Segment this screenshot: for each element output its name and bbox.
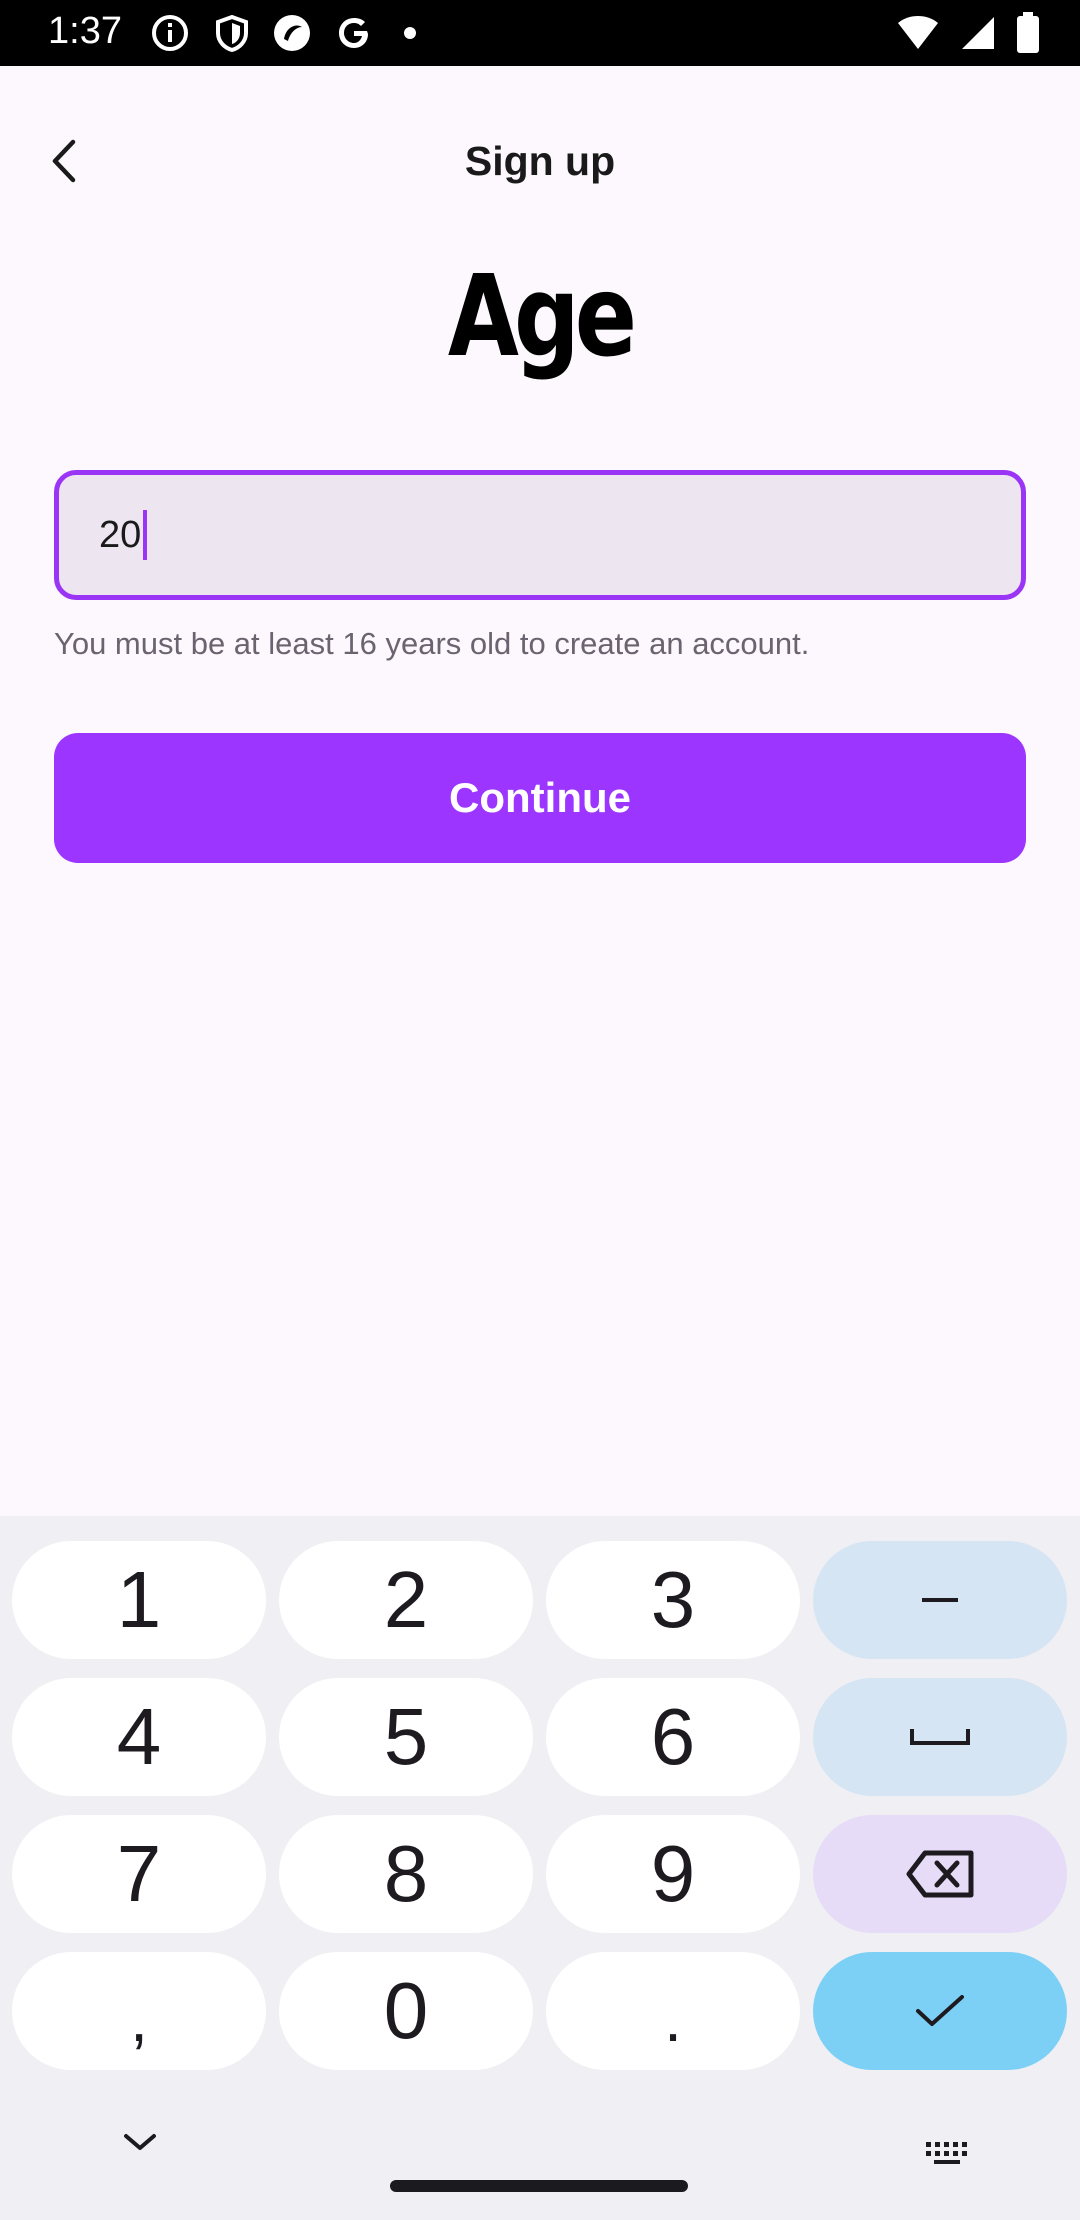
age-heading: Age bbox=[447, 252, 637, 382]
age-hint: You must be at least 16 years old to cre… bbox=[54, 626, 810, 661]
google-icon bbox=[339, 18, 368, 48]
hide-keyboard-button[interactable] bbox=[120, 2130, 160, 2159]
continue-button[interactable]: Continue bbox=[54, 733, 1026, 863]
key-.[interactable]: . bbox=[546, 1952, 800, 2070]
key-0[interactable]: 0 bbox=[279, 1952, 533, 2070]
status-right-icons bbox=[896, 12, 1040, 54]
status-time: 1:37 bbox=[48, 10, 122, 52]
done-key[interactable] bbox=[813, 1952, 1067, 2070]
app-icon bbox=[274, 15, 310, 51]
switch-keyboard-button[interactable] bbox=[924, 2140, 970, 2171]
battery-icon bbox=[1017, 12, 1039, 53]
key-,[interactable]: , bbox=[12, 1952, 266, 2070]
age-input[interactable]: 20 bbox=[54, 470, 1026, 600]
key-3[interactable]: 3 bbox=[546, 1541, 800, 1659]
key-6[interactable]: 6 bbox=[546, 1678, 800, 1796]
shield-icon bbox=[216, 14, 248, 53]
backspace-key[interactable] bbox=[813, 1815, 1067, 1933]
key-2[interactable]: 2 bbox=[279, 1541, 533, 1659]
key-8[interactable]: 8 bbox=[279, 1815, 533, 1933]
header: Sign up bbox=[0, 66, 1080, 262]
page-title: Sign up bbox=[464, 138, 616, 184]
home-indicator[interactable] bbox=[390, 2180, 688, 2192]
wifi-icon bbox=[898, 16, 938, 49]
key-7[interactable]: 7 bbox=[12, 1815, 266, 1933]
space-icon bbox=[910, 1729, 970, 1745]
space-key[interactable] bbox=[813, 1678, 1067, 1796]
text-caret bbox=[143, 510, 148, 560]
key-4[interactable]: 4 bbox=[12, 1678, 266, 1796]
key-9[interactable]: 9 bbox=[546, 1815, 800, 1933]
minus-key[interactable] bbox=[813, 1541, 1067, 1659]
keyboard-icon bbox=[926, 2142, 967, 2164]
status-bar: 1:37 bbox=[0, 0, 1080, 66]
dot-icon bbox=[404, 27, 416, 39]
key-1[interactable]: 1 bbox=[12, 1541, 266, 1659]
done-icon bbox=[916, 1995, 964, 2026]
minus-icon bbox=[922, 1598, 958, 1602]
age-input-value: 20 bbox=[99, 513, 142, 556]
backspace-icon bbox=[906, 1850, 974, 1898]
info-icon bbox=[152, 15, 188, 51]
key-5[interactable]: 5 bbox=[279, 1678, 533, 1796]
chevron-down-icon bbox=[124, 2134, 156, 2150]
signal-icon bbox=[962, 17, 994, 49]
